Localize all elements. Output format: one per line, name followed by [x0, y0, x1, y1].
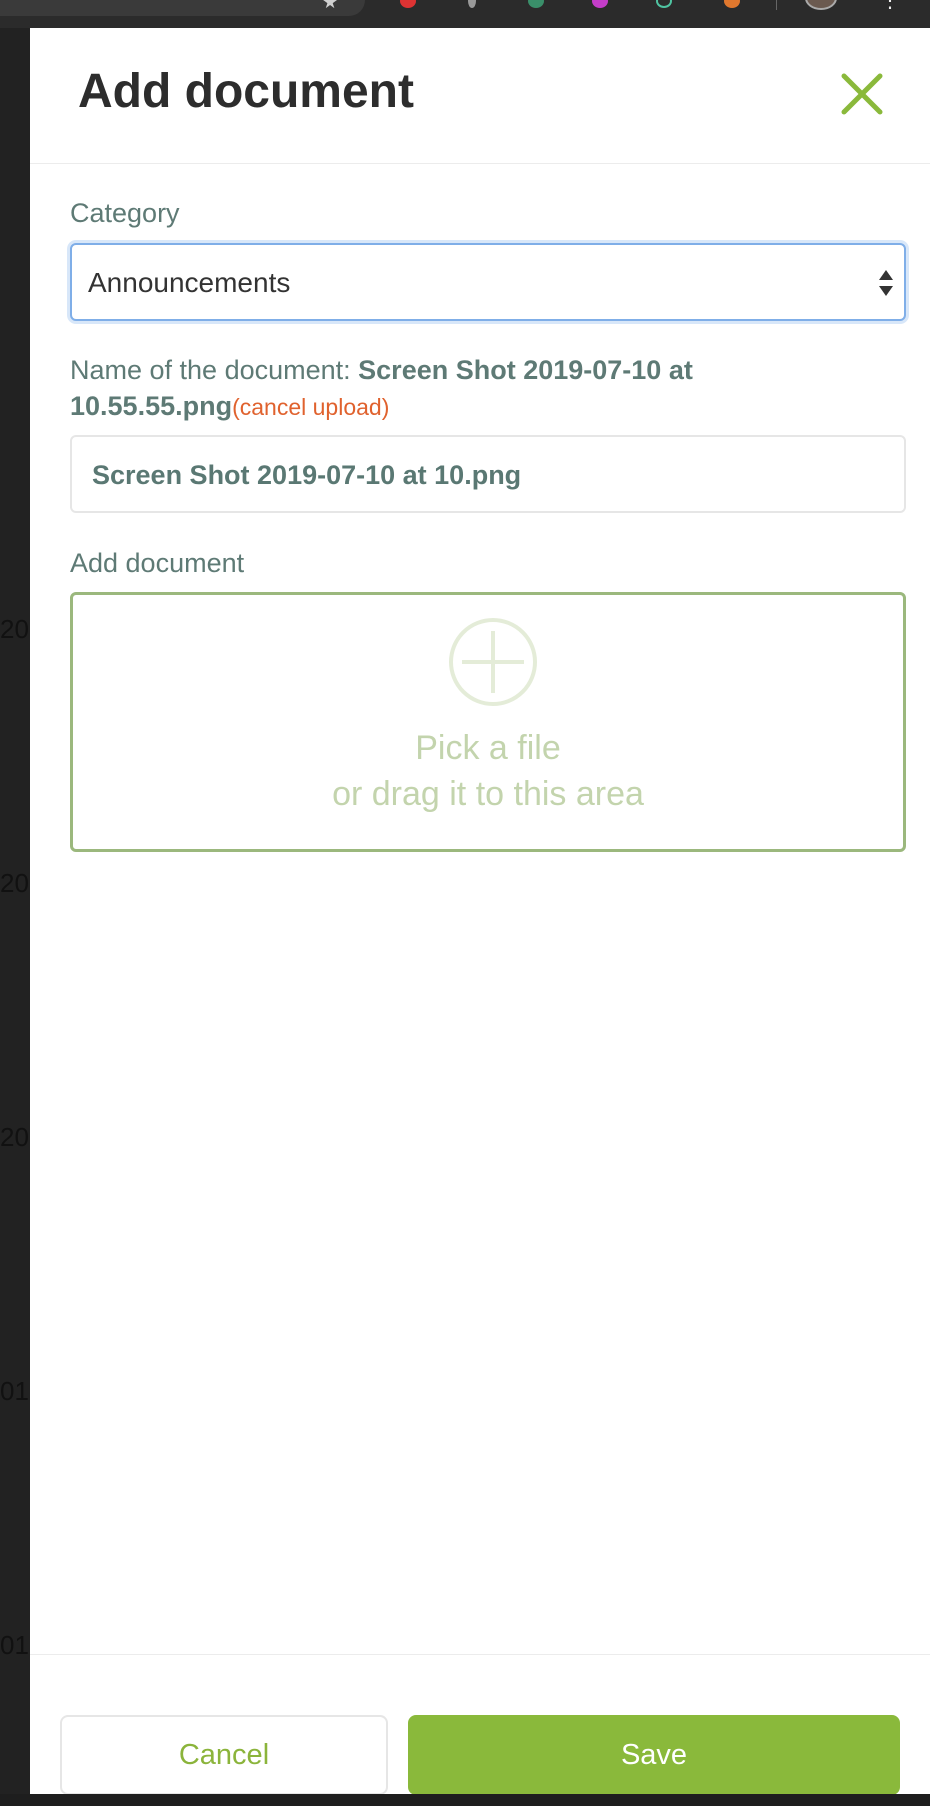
background-text: 20	[0, 614, 29, 644]
cancel-button[interactable]: Cancel	[60, 1715, 388, 1795]
browser-toolbar: ★ ⋮	[0, 0, 930, 28]
document-name-input[interactable]: Screen Shot 2019-07-10 at 10.png	[70, 435, 906, 513]
close-icon	[841, 73, 883, 115]
background-page	[0, 28, 30, 1806]
cancel-upload-link[interactable]: (cancel upload)	[232, 394, 389, 420]
add-document-panel: Add document Category Announcements Name…	[30, 28, 930, 1795]
menu-dots-icon[interactable]: ⋮	[880, 0, 900, 12]
background-text: 20	[0, 1122, 29, 1152]
extension-icon[interactable]	[528, 0, 544, 8]
panel-title: Add document	[78, 65, 414, 118]
document-name-label: Name of the document: Screen Shot 2019-0…	[70, 352, 890, 425]
extension-icon[interactable]	[400, 0, 416, 8]
extension-icon[interactable]	[656, 0, 672, 8]
extension-icon[interactable]	[468, 0, 476, 8]
dropzone-drag-text: or drag it to this area	[332, 775, 644, 813]
file-dropzone[interactable]: Pick a file or drag it to this area	[70, 592, 906, 852]
plus-circle-icon	[449, 618, 537, 706]
close-button[interactable]	[838, 70, 886, 118]
window-bottom-edge	[0, 1794, 930, 1806]
category-select[interactable]: Announcements	[70, 243, 906, 321]
select-arrows-icon	[879, 270, 893, 296]
extension-icon[interactable]	[592, 0, 608, 8]
dropzone-pick-text: Pick a file	[415, 729, 561, 767]
toolbar-divider	[776, 0, 777, 10]
background-text: 20	[0, 868, 29, 898]
panel-footer: Cancel Save	[30, 1654, 930, 1795]
background-text: 01	[0, 1630, 29, 1660]
category-select-value: Announcements	[88, 267, 291, 298]
extension-icon[interactable]	[724, 0, 740, 8]
save-button[interactable]: Save	[408, 1715, 900, 1795]
profile-avatar[interactable]	[805, 0, 837, 10]
background-text: 01	[0, 1376, 29, 1406]
document-name-prefix: Name of the document:	[70, 355, 359, 385]
category-label: Category	[70, 198, 180, 228]
panel-header: Add document	[30, 28, 930, 164]
document-name-input-value: Screen Shot 2019-07-10 at 10.png	[92, 460, 522, 490]
address-bar[interactable]	[0, 0, 365, 16]
add-document-label: Add document	[70, 548, 245, 578]
bookmark-star-icon[interactable]: ★	[322, 0, 338, 13]
